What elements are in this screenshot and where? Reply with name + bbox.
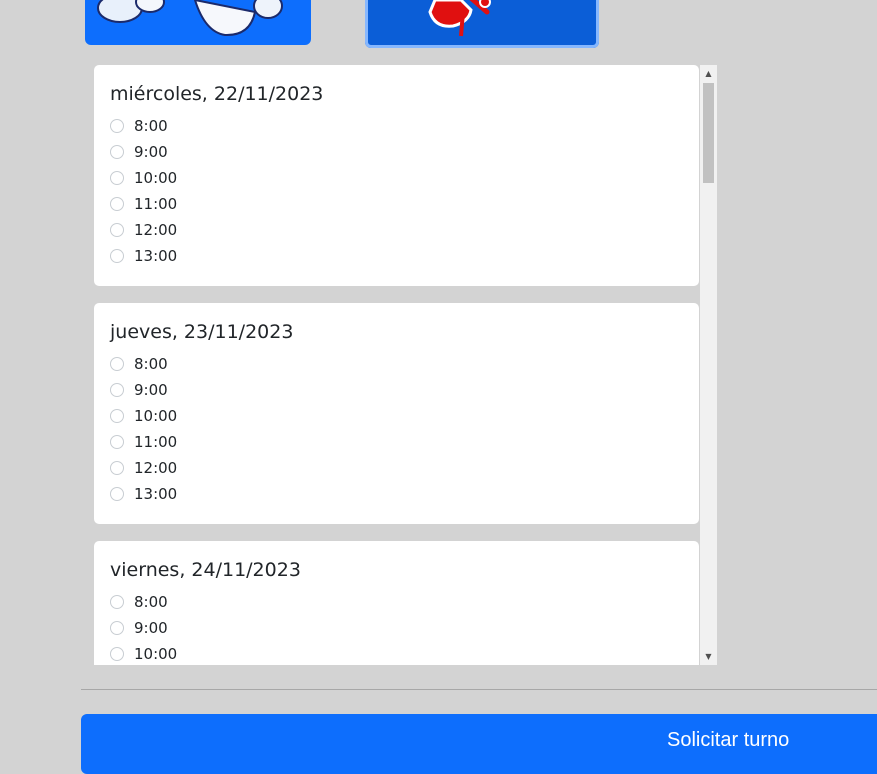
time-slot-option[interactable]: 11:00	[110, 432, 177, 452]
day-title: miércoles, 22/11/2023	[110, 83, 324, 105]
snowman-character-image	[97, 0, 283, 37]
time-slot-label: 12:00	[134, 221, 178, 239]
time-slot-option[interactable]: 13:00	[110, 484, 177, 504]
time-slot-label: 12:00	[134, 459, 178, 477]
radio-button[interactable]	[110, 357, 124, 371]
time-slot-label: 8:00	[134, 593, 168, 611]
scroll-down-icon[interactable]: ▼	[700, 648, 717, 665]
time-slot-option[interactable]: 8:00	[110, 354, 168, 374]
day-card: jueves, 23/11/2023 8:00 9:00 10:00 11:00…	[94, 303, 699, 524]
submit-label: Solicitar turno	[667, 729, 790, 751]
character-card-red[interactable]	[365, 0, 599, 48]
scrollbar[interactable]: ▲ ▼	[700, 65, 717, 665]
time-slot-label: 8:00	[134, 117, 168, 135]
time-slot-option[interactable]: 9:00	[110, 142, 168, 162]
character-card-snow[interactable]	[85, 0, 311, 45]
radio-button[interactable]	[110, 461, 124, 475]
time-slot-label: 13:00	[134, 485, 178, 503]
day-card: viernes, 24/11/2023 8:00 9:00 10:00	[94, 541, 699, 665]
time-slot-option[interactable]: 11:00	[110, 194, 177, 214]
radio-button[interactable]	[110, 595, 124, 609]
radio-button[interactable]	[110, 171, 124, 185]
time-slot-label: 10:00	[134, 169, 178, 187]
time-slot-label: 9:00	[134, 381, 168, 399]
red-character-image	[428, 0, 491, 37]
divider	[81, 689, 877, 690]
time-slot-label: 13:00	[134, 247, 178, 265]
day-title: viernes, 24/11/2023	[110, 559, 301, 581]
radio-button[interactable]	[110, 223, 124, 237]
time-slot-label: 9:00	[134, 619, 168, 637]
request-appointment-button[interactable]: Solicitar turno	[81, 714, 877, 774]
time-slot-option[interactable]: 13:00	[110, 246, 177, 266]
schedule-list[interactable]: miércoles, 22/11/2023 8:00 9:00 10:00 11…	[85, 65, 717, 665]
time-slot-option[interactable]: 10:00	[110, 168, 177, 188]
radio-button[interactable]	[110, 145, 124, 159]
time-slot-option[interactable]: 9:00	[110, 618, 168, 638]
day-card: miércoles, 22/11/2023 8:00 9:00 10:00 11…	[94, 65, 699, 286]
scrollbar-thumb[interactable]	[703, 83, 714, 183]
radio-button[interactable]	[110, 487, 124, 501]
radio-button[interactable]	[110, 197, 124, 211]
time-slot-option[interactable]: 8:00	[110, 592, 168, 612]
radio-button[interactable]	[110, 621, 124, 635]
time-slot-option[interactable]: 9:00	[110, 380, 168, 400]
time-slot-label: 9:00	[134, 143, 168, 161]
day-title: jueves, 23/11/2023	[110, 321, 294, 343]
time-slot-label: 11:00	[134, 195, 178, 213]
radio-button[interactable]	[110, 119, 124, 133]
time-slot-option[interactable]: 10:00	[110, 406, 177, 426]
time-slot-option[interactable]: 12:00	[110, 458, 177, 478]
time-slot-option[interactable]: 12:00	[110, 220, 177, 240]
radio-button[interactable]	[110, 249, 124, 263]
radio-button[interactable]	[110, 647, 124, 661]
time-slot-label: 11:00	[134, 433, 178, 451]
time-slot-label: 8:00	[134, 355, 168, 373]
time-slot-label: 10:00	[134, 407, 178, 425]
time-slot-option[interactable]: 8:00	[110, 116, 168, 136]
scroll-up-icon[interactable]: ▲	[700, 65, 717, 82]
radio-button[interactable]	[110, 435, 124, 449]
radio-button[interactable]	[110, 383, 124, 397]
radio-button[interactable]	[110, 409, 124, 423]
time-slot-option[interactable]: 10:00	[110, 644, 177, 664]
time-slot-label: 10:00	[134, 645, 178, 663]
